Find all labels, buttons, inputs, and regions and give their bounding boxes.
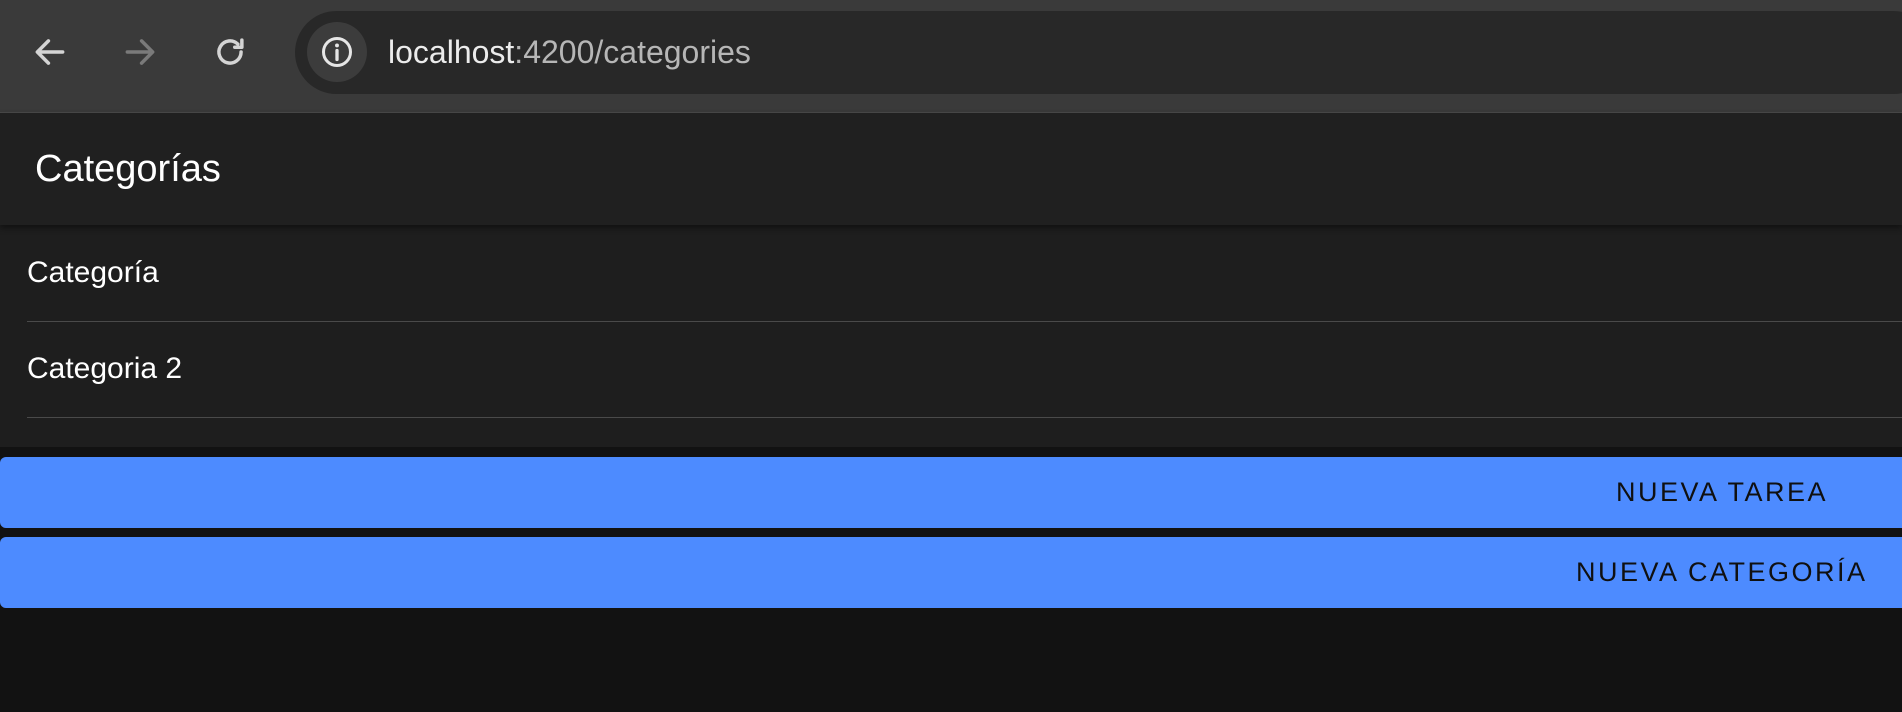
url-text[interactable]: localhost:4200/categories — [388, 11, 751, 94]
address-bar[interactable]: localhost:4200/categories — [295, 11, 1902, 94]
url-path: :4200/categories — [514, 34, 751, 70]
reload-icon — [217, 38, 244, 65]
list-item[interactable]: Categoría — [27, 225, 1902, 322]
url-host: localhost — [388, 34, 515, 70]
category-list: Categoría Categoria 2 — [0, 225, 1902, 447]
site-info-button[interactable] — [307, 22, 367, 82]
app-toolbar: Categorías — [0, 113, 1902, 225]
list-item[interactable]: Categoria 2 — [27, 321, 1902, 418]
forward-arrow-icon — [125, 39, 155, 65]
back-button[interactable] — [20, 22, 80, 82]
back-arrow-icon — [35, 39, 65, 65]
new-category-button[interactable]: NUEVA CATEGORÍA — [0, 537, 1902, 608]
list-item-label: Categoría — [27, 256, 159, 289]
browser-toolbar: localhost:4200/categories — [0, 0, 1902, 113]
info-icon — [322, 37, 352, 67]
list-item-label: Categoria 2 — [27, 352, 183, 385]
reload-button[interactable] — [200, 22, 260, 82]
page-title: Categorías — [35, 148, 221, 190]
new-task-label: NUEVA TAREA — [1616, 477, 1829, 507]
new-category-label: NUEVA CATEGORÍA — [1576, 557, 1868, 587]
forward-button[interactable] — [110, 22, 170, 82]
new-task-button[interactable]: NUEVA TAREA — [0, 457, 1902, 528]
